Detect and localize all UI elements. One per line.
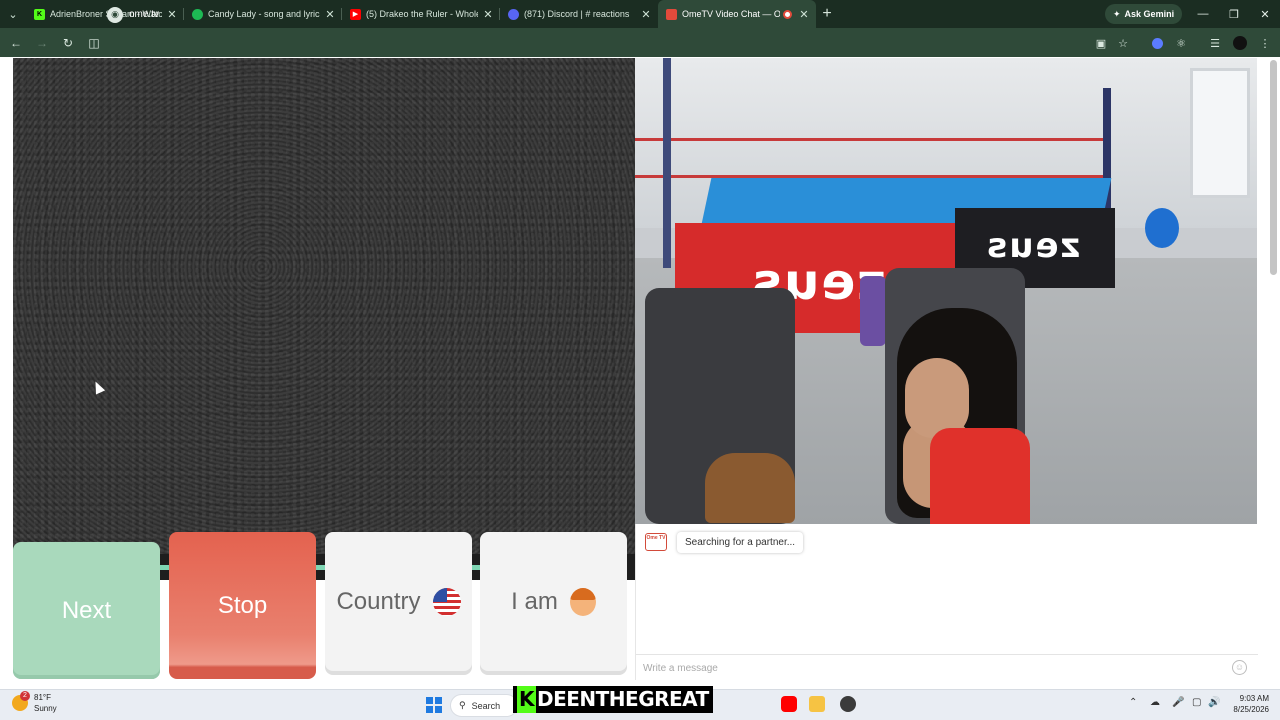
chat-panel: Ome TV Searching for a partner... ☺ (635, 524, 1258, 680)
chat-status-message: Searching for a partner... (677, 532, 804, 553)
gemini-icon: ✦ (1113, 8, 1121, 19)
notification-badge: 2 (20, 691, 30, 701)
restore-icon[interactable]: ❐ (1218, 0, 1250, 28)
weather-widget[interactable]: 2 81°F Sunny (12, 691, 57, 714)
split-view-icon[interactable]: ◫ (82, 31, 106, 55)
kick-icon: K (34, 8, 45, 20)
ask-gemini-label: Ask Gemini (1124, 9, 1175, 19)
emoji-icon[interactable]: ☺ (1232, 660, 1247, 675)
search-icon: ⚲ (459, 700, 466, 710)
self-camera-video: 🔈 (13, 58, 635, 580)
tray-chevron-icon[interactable]: ⌃ (1129, 697, 1137, 708)
forward-icon[interactable]: → (30, 31, 54, 55)
minimize-icon[interactable]: — (1187, 0, 1219, 28)
us-flag-icon (432, 587, 461, 616)
watermark-prefix: K (517, 686, 536, 713)
message-input[interactable] (643, 661, 1223, 675)
weather-temp: 81°F (34, 693, 51, 702)
country-label: Country (336, 587, 421, 615)
stop-label: Stop (217, 591, 268, 619)
file-explorer-icon[interactable] (809, 696, 825, 712)
bookmark-star-icon[interactable]: ☆ (1112, 32, 1134, 54)
mouse-cursor-icon (90, 379, 106, 395)
extensions-puzzle-icon[interactable]: ⚛ (1170, 32, 1192, 54)
menu-kebab-icon[interactable]: ⋮ (1254, 32, 1276, 54)
watermark-text: DEENTHEGREAT (537, 687, 709, 711)
ometv-chat-logo: Ome TV (645, 533, 667, 551)
clock-date: 8/25/2026 (1233, 705, 1269, 714)
brand-text: zeus (985, 226, 1081, 266)
site-info-icon[interactable]: ◉ (107, 6, 123, 23)
ask-gemini-button[interactable]: ✦ Ask Gemini (1105, 4, 1183, 24)
browser-toolbar: ← → ↻ ◫ (0, 28, 1280, 57)
media-controls-icon[interactable]: ☰ (1204, 32, 1226, 54)
stop-button[interactable]: Stop (169, 532, 316, 679)
windows-start-icon[interactable] (426, 697, 442, 713)
cloud-icon[interactable]: ☁ (1150, 697, 1160, 708)
weather-desc: Sunny (34, 704, 57, 713)
monitor-icon[interactable]: ▢ (1192, 697, 1201, 708)
streamer-watermark: K DEENTHEGREAT (513, 686, 713, 713)
next-label: Next (61, 596, 112, 624)
reload-icon[interactable]: ↻ (56, 31, 80, 55)
ometv-page: 🔈 zeus zeus Ome TV Searching for a partn… (0, 57, 1280, 689)
page-scrollbar[interactable] (1270, 60, 1277, 275)
extension-vpn-icon[interactable] (1146, 32, 1168, 54)
taskbar-search[interactable]: ⚲ Search (450, 694, 518, 717)
install-app-icon[interactable]: ▣ (1090, 32, 1112, 54)
taskbar-search-label: Search (471, 700, 501, 711)
volume-tray-icon[interactable]: 🔊 (1208, 697, 1220, 708)
system-clock[interactable]: 9:03 AM 8/25/2026 (1225, 693, 1269, 715)
clock-time: 9:03 AM (1239, 694, 1269, 703)
next-button[interactable]: Next (13, 542, 160, 679)
back-icon[interactable]: ← (4, 31, 28, 55)
tab-search-button[interactable]: ⌄ (0, 0, 26, 28)
close-window-icon[interactable]: ✕ (1249, 0, 1280, 28)
profile-avatar[interactable] (1229, 32, 1251, 54)
boy-emoji-icon (569, 587, 596, 616)
message-bar: ☺ (636, 654, 1258, 680)
sun-icon: 2 (12, 691, 30, 711)
gender-button[interactable]: I am (480, 532, 627, 671)
microphone-icon[interactable]: 🎤 (1172, 697, 1184, 708)
partner-video: zeus zeus (635, 58, 1257, 524)
iam-label: I am (511, 587, 558, 615)
country-button[interactable]: Country (325, 532, 472, 671)
youtube-taskbar-icon[interactable] (781, 696, 797, 712)
address-bar[interactable]: ◉ ome.tv (107, 4, 1097, 25)
url-text: ome.tv (129, 9, 160, 20)
app-taskbar-icon[interactable] (840, 696, 856, 712)
